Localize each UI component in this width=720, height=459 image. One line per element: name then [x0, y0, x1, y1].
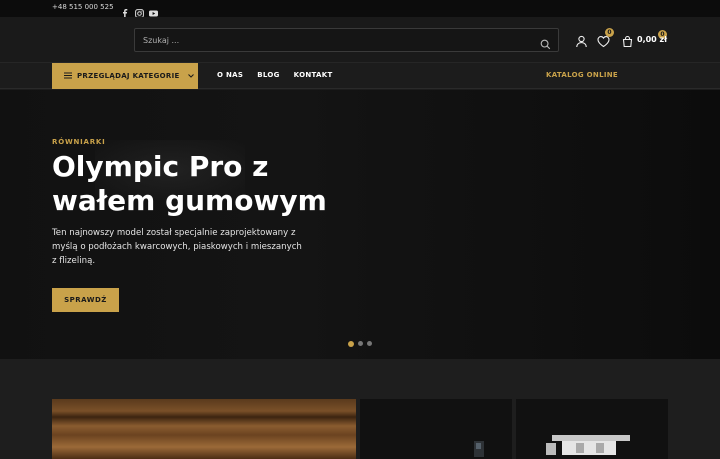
search-input[interactable]: [143, 33, 533, 47]
featured-card-machine[interactable]: [516, 399, 668, 459]
cart-total[interactable]: 0,00 zł: [637, 35, 667, 44]
wishlist-count-badge: 0: [605, 28, 614, 37]
browse-categories-button[interactable]: PRZEGLĄDAJ KATEGORIE: [52, 63, 198, 89]
youtube-icon[interactable]: [149, 3, 158, 17]
machine-image: [546, 435, 630, 455]
facebook-icon[interactable]: [121, 3, 129, 18]
hero-slider: RÓWNIARKI Olympic Pro z wałem gumowym Te…: [0, 90, 720, 359]
featured-card-product[interactable]: [360, 399, 512, 459]
social-links: [121, 3, 158, 18]
nav-link-about[interactable]: O NAS: [217, 71, 243, 79]
chevron-down-icon: [187, 72, 194, 80]
top-bar: +48 515 000 525: [0, 0, 720, 18]
cart-icon[interactable]: [621, 33, 635, 48]
slider-dots: [348, 340, 372, 347]
slider-dot-3[interactable]: [367, 341, 372, 346]
hero-category-label: RÓWNIARKI: [52, 138, 106, 146]
nav-link-blog[interactable]: BLOG: [257, 71, 279, 79]
slider-dot-2[interactable]: [358, 341, 363, 346]
site-header: 0 0 0,00 zł: [0, 17, 720, 63]
main-navigation: PRZEGLĄDAJ KATEGORIE O NAS BLOG KONTAKT …: [0, 63, 720, 89]
search-icon[interactable]: [540, 35, 551, 50]
user-icon[interactable]: [575, 33, 589, 48]
catalog-online-link[interactable]: KATALOG ONLINE: [546, 71, 618, 79]
featured-card-wood[interactable]: [52, 399, 356, 459]
slider-dot-1[interactable]: [348, 340, 354, 347]
nav-link-contact[interactable]: KONTAKT: [294, 71, 333, 79]
hero-description: Ten najnowszy model został specjalnie za…: [52, 228, 302, 266]
hero-cta-button[interactable]: SPRAWDŹ: [52, 288, 119, 312]
featured-section: [0, 359, 720, 459]
instagram-icon[interactable]: [135, 3, 144, 18]
menu-icon: [64, 72, 72, 81]
search-box: [134, 28, 559, 52]
browse-categories-label: PRZEGLĄDAJ KATEGORIE: [77, 72, 180, 80]
product-image: [474, 441, 484, 457]
nav-links: O NAS BLOG KONTAKT: [217, 71, 333, 79]
phone-number[interactable]: +48 515 000 525: [52, 3, 114, 11]
hero-title: Olympic Pro z wałem gumowym: [52, 150, 327, 217]
